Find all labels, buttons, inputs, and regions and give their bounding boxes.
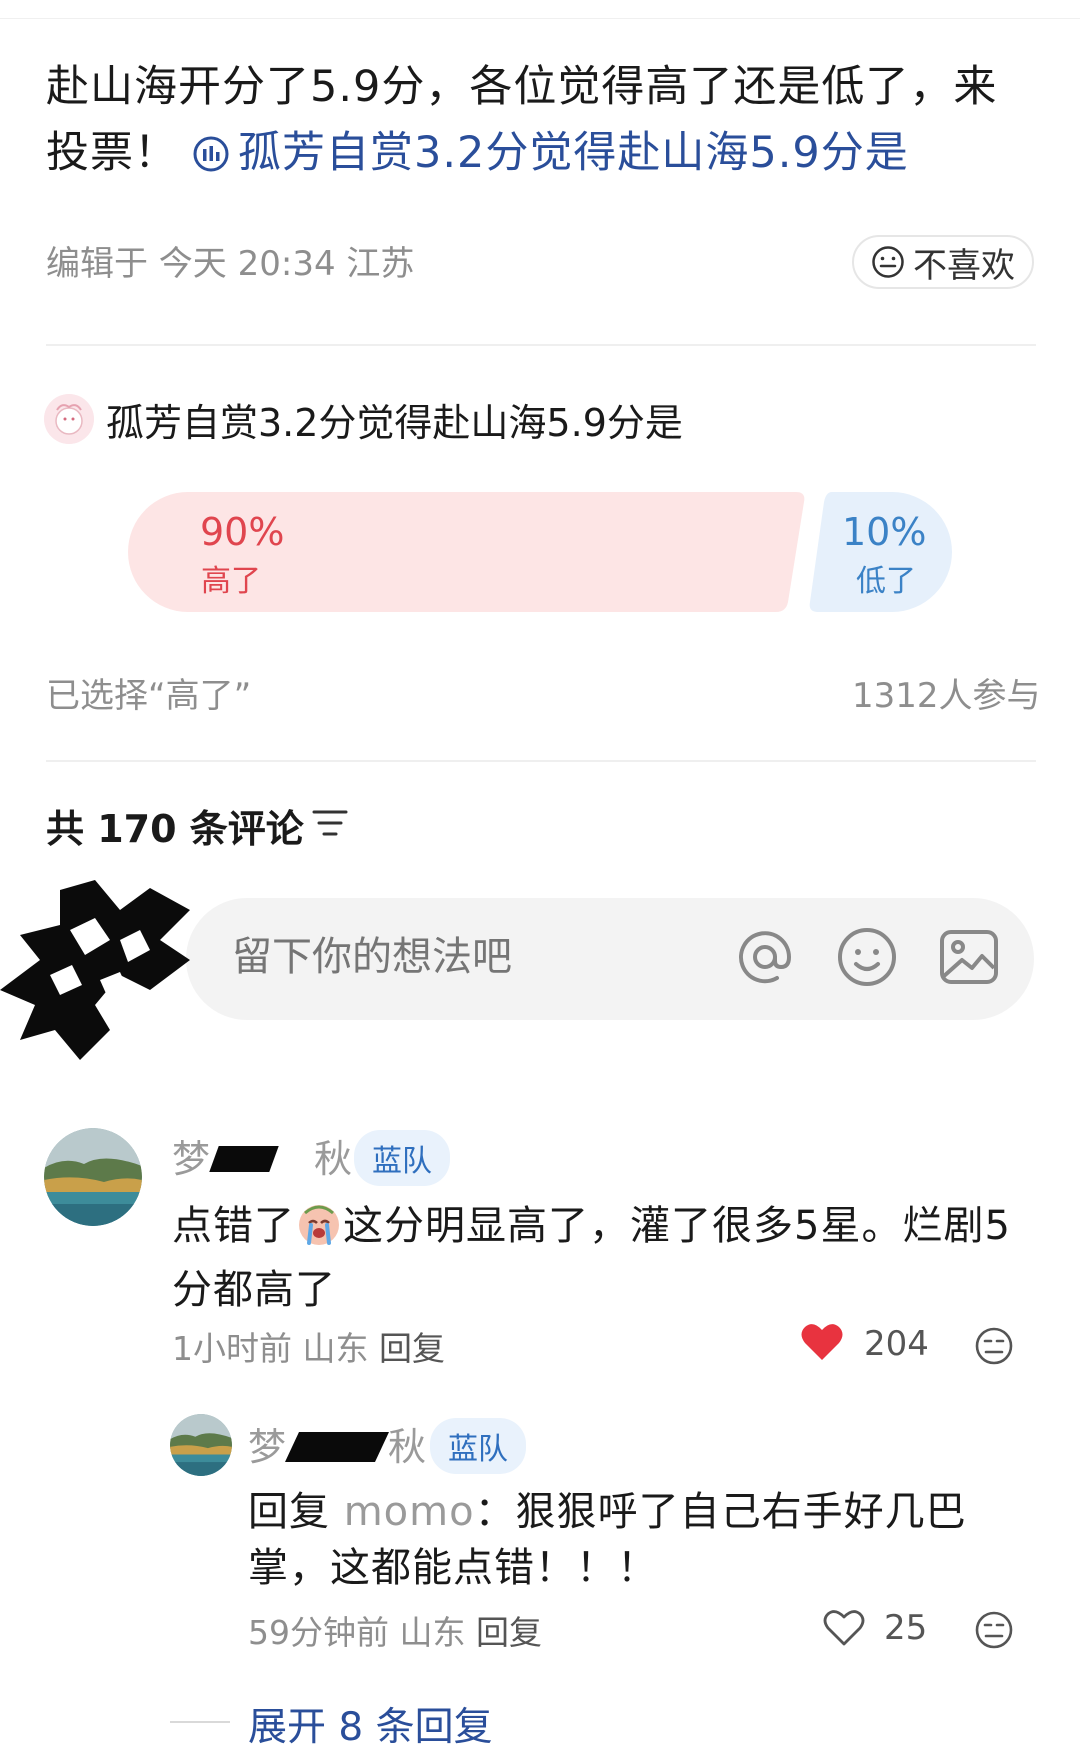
like-heart-outline-icon[interactable] (822, 1608, 866, 1648)
reply-like-count: 25 (884, 1608, 928, 1648)
expand-replies-button[interactable]: 展开 8 条回复 (248, 1696, 493, 1752)
reply-time: 59分钟前 (248, 1613, 389, 1652)
image-icon[interactable] (938, 926, 1000, 988)
reply-meta: 59分钟前 山东 回复 (248, 1606, 542, 1654)
comment-text-part1: 点错了 (172, 1203, 295, 1249)
reply-link[interactable]: 回复 (476, 1613, 542, 1652)
like-count: 204 (864, 1324, 929, 1364)
team-badge: 蓝队 (354, 1130, 450, 1186)
commenter-avatar[interactable] (44, 1128, 142, 1226)
post-text: 赴山海开分了5.9分，各位觉得高了还是低了，来投票！ 孤芳自赏3.2分觉得赴山海5… (46, 54, 1036, 192)
reply-name-suffix: 秋 (388, 1425, 427, 1469)
poll-link[interactable]: 孤芳自赏3.2分觉得赴山海5.9分是 (238, 128, 909, 178)
reply-link[interactable]: 回复 (379, 1329, 445, 1368)
crying-emoji-icon (295, 1199, 343, 1262)
poll-icon (192, 126, 230, 192)
poll-avatar (44, 394, 94, 444)
top-divider (0, 18, 1080, 19)
dislike-label: 不喜欢 (913, 245, 1015, 286)
reply-prefix: 回复 (248, 1489, 330, 1535)
expand-divider-line (170, 1721, 230, 1723)
poll-participants: 1312人参与 (852, 676, 1041, 716)
comment-text: 点错了 这分明显高了，灌了很多5星。烂剧5分都高了 (172, 1198, 1032, 1318)
poll-title: 孤芳自赏3.2分觉得赴山海5.9分是 (106, 401, 683, 445)
reply-text: 回复 momo：狠狠呼了自己右手好几巴掌，这都能点错！！！ (248, 1484, 1008, 1596)
redaction-mark (285, 1432, 390, 1462)
dislike-face-icon[interactable] (974, 1326, 1014, 1366)
comment-meta: 1小时前 山东 回复 (172, 1322, 445, 1370)
poll-low-label: 低了 (856, 564, 916, 599)
emoji-icon[interactable] (836, 926, 898, 988)
neutral-face-icon (872, 246, 904, 278)
at-icon[interactable] (734, 926, 796, 988)
divider (46, 344, 1036, 346)
reply-to-user[interactable]: momo (344, 1489, 475, 1535)
commenter-name-suffix: 秋 (314, 1137, 353, 1181)
edited-meta: 编辑于 今天 20:34 江苏 (46, 244, 415, 284)
poll-low-percent: 10% (842, 510, 927, 554)
dislike-face-icon[interactable] (974, 1610, 1014, 1650)
like-heart-filled-icon[interactable] (800, 1322, 844, 1362)
comment-count: 共 170 条评论 (46, 807, 304, 851)
team-badge: 蓝队 (430, 1418, 526, 1474)
comment-time: 1小时前 (172, 1329, 292, 1368)
comment-location: 山东 (302, 1329, 369, 1368)
poll-high-label: 高了 (201, 564, 261, 599)
comment-input[interactable] (232, 934, 692, 980)
sort-icon[interactable] (310, 806, 350, 840)
commenter-name-prefix: 梦 (172, 1137, 211, 1181)
reply-name-prefix: 梦 (248, 1425, 287, 1469)
user-avatar[interactable] (0, 880, 200, 1060)
poll-high-percent: 90% (200, 510, 285, 554)
divider (46, 760, 1036, 762)
commenter-name[interactable]: 梦秋 (172, 1128, 352, 1183)
reply-location: 山东 (399, 1613, 466, 1652)
reply-commenter-avatar[interactable] (170, 1414, 232, 1476)
redaction-mark (209, 1146, 279, 1172)
reply-commenter-name[interactable]: 梦秋 (248, 1416, 426, 1471)
poll-selected-text: 已选择“高了” (46, 676, 252, 716)
dislike-button[interactable]: 不喜欢 (852, 235, 1034, 289)
